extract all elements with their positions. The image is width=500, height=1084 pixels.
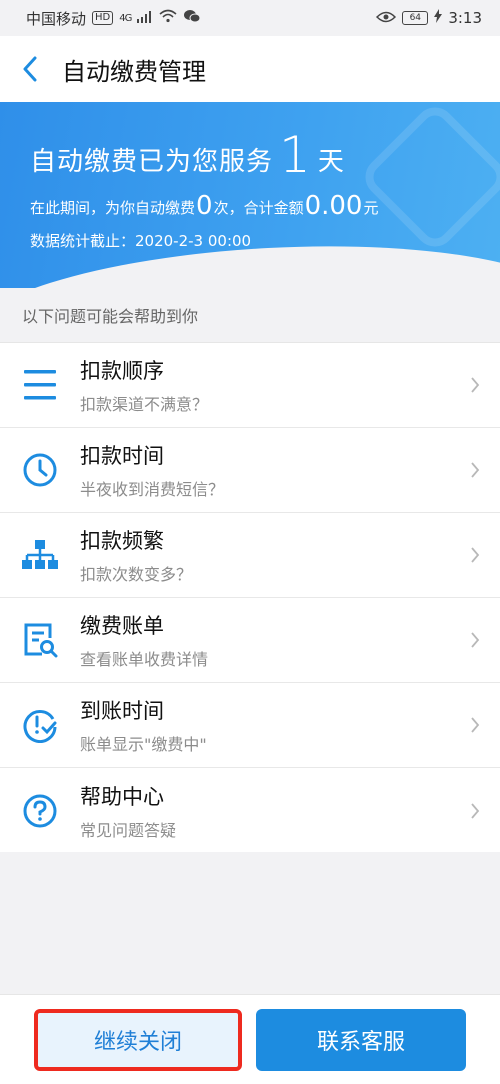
bottom-action-bar: 继续关闭 联系客服 [0,994,500,1084]
item-subtitle: 常见问题答疑 [80,820,177,840]
item-subtitle: 账单显示"缴费中" [80,735,207,754]
item-title: 到账时间 [80,699,164,723]
item-subtitle: 扣款次数变多？ [80,565,193,584]
wifi-icon [159,9,177,27]
back-button[interactable] [0,36,60,102]
item-title: 缴费账单 [80,614,164,638]
list-item-payment-bill[interactable]: 缴费账单 查看账单收费详情 [0,598,500,683]
list-item-frequent-deduction[interactable]: 扣款频繁 扣款次数变多？ [0,513,500,598]
item-title: 扣款时间 [80,444,164,468]
nav-bar: 自动缴费管理 [0,36,500,102]
list-item-arrival-time[interactable]: 到账时间 账单显示"缴费中" [0,683,500,768]
item-title: 扣款顺序 [80,359,164,383]
chevron-right-icon [450,631,500,649]
chevron-left-icon [23,56,37,82]
list-icon [0,343,80,428]
service-days-line: 自动缴费已为您服务 1 天 [30,126,345,184]
org-chart-icon [0,513,80,598]
service-prefix: 自动缴费已为您服务 [30,147,274,177]
continue-close-button[interactable]: 继续关闭 [34,1009,242,1071]
wechat-icon [183,9,201,27]
list-item-deduction-time[interactable]: 扣款时间 半夜收到消费短信？ [0,428,500,513]
period-prefix: 在此期间，为你自动缴费 [30,199,196,217]
item-title: 帮助中心 [80,784,164,809]
help-list: 扣款顺序 扣款渠道不满意？ 扣款时间 半夜收到消费短信？ 扣款频繁 扣款次数变多… [0,342,500,852]
item-subtitle: 扣款渠道不满意？ [80,395,209,414]
period-summary-line: 在此期间，为你自动缴费 0 次，合计金额 0.00 元 [30,191,379,221]
list-item-help-center[interactable]: 帮助中心 常见问题答疑 [0,768,500,853]
bill-search-icon [0,598,80,683]
charging-icon [434,9,443,27]
chevron-right-icon [450,802,500,820]
payment-count: 0 [196,191,213,221]
hd-badge: HD [92,11,114,25]
list-item-deduction-order[interactable]: 扣款顺序 扣款渠道不满意？ [0,343,500,428]
service-suffix: 天 [317,147,345,177]
carrier-label: 中国移动 [26,9,87,28]
question-icon [0,768,80,853]
chevron-right-icon [450,461,500,479]
service-banner: 自动缴费已为您服务 1 天 在此期间，为你自动缴费 0 次，合计金额 0.00 … [0,102,500,288]
item-subtitle: 半夜收到消费短信？ [80,480,225,499]
status-bar: 中国移动 HD 4G 64 3:13 [0,0,500,36]
payment-amount: 0.00 [304,191,363,221]
page-title: 自动缴费管理 [62,57,206,86]
chevron-right-icon [450,716,500,734]
stats-cutoff: 数据统计截止：2020-2-3 00:00 [30,232,252,250]
item-title: 扣款频繁 [80,529,164,553]
heart-watermark-icon [357,102,500,255]
clock-icon [0,428,80,513]
battery-icon: 64 [402,11,429,25]
period-mid: 次，合计金额 [213,199,304,217]
network-label: 4G [119,12,132,24]
status-time: 3:13 [448,9,482,27]
signal-icon [137,9,153,27]
clock-check-icon [0,683,80,768]
chevron-right-icon [450,546,500,564]
item-subtitle: 查看账单收费详情 [80,650,209,669]
service-days-count: 1 [279,126,312,184]
contact-service-button[interactable]: 联系客服 [256,1009,466,1071]
help-heading: 以下问题可能会帮助到你 [22,307,199,326]
amount-unit: 元 [363,199,379,217]
chevron-right-icon [450,376,500,394]
eye-comfort-icon [376,9,397,27]
